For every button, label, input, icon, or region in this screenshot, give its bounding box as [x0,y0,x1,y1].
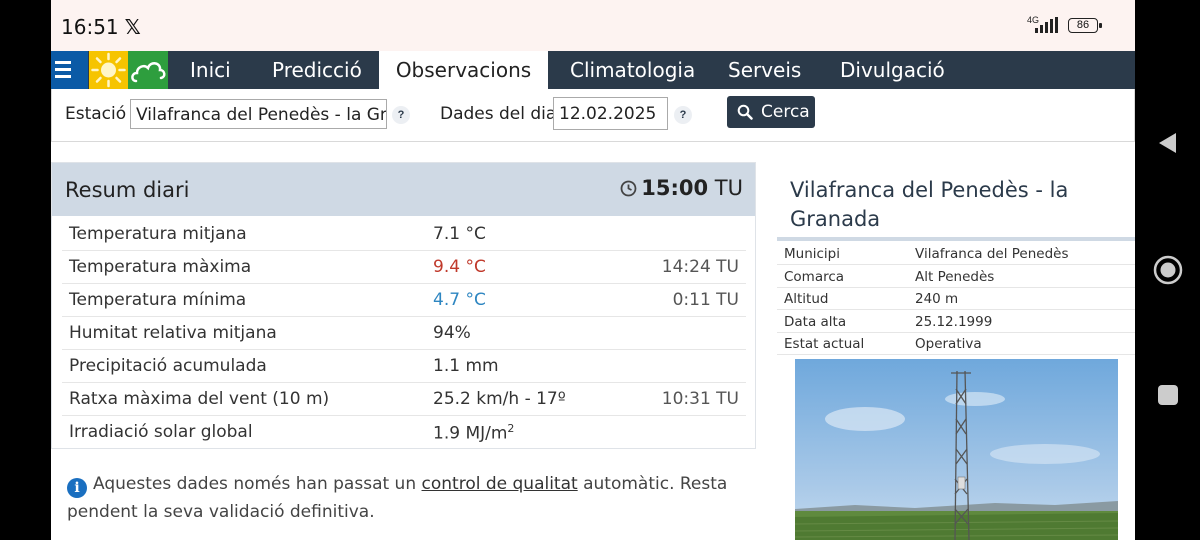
recents-icon[interactable] [1157,384,1179,406]
row-label: Temperatura mitjana [69,224,247,244]
nav-item-climatologia[interactable]: Climatologia [570,51,695,89]
status-bar: 16:51 𝕏 4G 86 [51,0,1135,51]
x-logo-icon: 𝕏 [124,15,141,39]
daily-summary-panel: Resum diari 15:00 TU Temperatura mitjana… [51,162,756,449]
main-nav: Inici Predicció Observacions Climatologi… [51,51,1135,89]
info-key: Altitud [784,291,829,307]
info-row: Altitud 240 m [777,287,1135,310]
row-value: 94% [433,323,471,343]
info-row: Estat actual Operativa [777,332,1135,355]
clock-icon [620,180,637,197]
row-time: 0:11 TU [672,290,739,310]
nav-item-serveis[interactable]: Serveis [728,51,801,89]
android-nav-bar [1135,0,1200,540]
info-row: Comarca Alt Penedès [777,265,1135,288]
date-help-icon[interactable]: ? [674,106,692,124]
row-label: Ratxa màxima del vent (10 m) [69,389,330,409]
row-value: 25.2 km/h - 17º [433,389,566,409]
info-value: Operativa [915,336,982,352]
home-icon[interactable] [1153,255,1183,285]
search-bar: Estació Vilafranca del Penedès - la Gra … [51,89,1135,142]
summary-header: Resum diari 15:00 TU [52,163,755,216]
row-value-sup: 2 [507,422,515,435]
table-row: Ratxa màxima del vent (10 m) 25.2 km/h - … [62,382,746,416]
clock: 16:51 𝕏 [61,15,141,39]
clock-time: 16:51 [61,15,119,39]
row-label: Temperatura mínima [69,290,247,310]
summary-time: 15:00 TU [620,176,743,200]
table-row: Irradiació solar global 1.9 MJ/m2 [62,415,746,448]
row-label: Irradiació solar global [69,422,253,442]
summary-time-value: 15:00 [641,176,709,200]
info-value: Alt Penedès [915,268,995,285]
nav-item-inici[interactable]: Inici [190,51,231,89]
row-time: 10:31 TU [661,389,739,409]
nav-item-prediccio[interactable]: Predicció [272,51,362,89]
notice-text-before: Aquestes dades només han passat un [93,474,422,494]
table-row: Humitat relativa mitjana 94% [62,316,746,350]
table-row: Precipitació acumulada 1.1 mm [62,349,746,383]
station-input[interactable]: Vilafranca del Penedès - la Gra [130,99,387,129]
summary-title: Resum diari [65,178,190,202]
search-button[interactable]: Cerca [727,96,815,128]
nav-item-observacions[interactable]: Observacions [379,51,548,89]
station-photo [795,359,1118,540]
app-screen: 16:51 𝕏 4G 86 Inici Predicció Observacio… [51,0,1135,540]
signal-icon [1035,17,1059,33]
info-value: 240 m [915,291,959,307]
row-label: Temperatura màxima [69,257,252,277]
sun-icon[interactable] [89,51,128,89]
info-key: Data alta [784,313,847,330]
station-info-panel: Vilafranca del Penedès - la Granada Muni… [777,162,1135,540]
row-value: 4.7 °C [433,290,486,310]
row-label: Precipitació acumulada [69,356,267,376]
row-value: 9.4 °C [433,257,486,277]
summary-time-unit: TU [714,176,743,200]
info-key: Municipi [784,246,841,262]
row-time: 14:24 TU [661,257,739,277]
row-value: 7.1 °C [433,224,486,244]
search-icon [737,104,753,120]
back-icon[interactable] [1156,131,1178,155]
table-row: Temperatura mínima 4.7 °C 0:11 TU [62,283,746,317]
row-value: 1.1 mm [433,356,499,376]
info-icon: i [67,478,87,498]
row-value-text: 1.9 MJ/m [433,423,508,444]
station-label: Estació [65,104,127,124]
battery-icon: 86 [1068,18,1102,33]
row-value: 1.9 MJ/m2 [433,422,514,444]
station-title: Vilafranca del Penedès - la Granada [790,178,1069,231]
menu-icon[interactable] [51,51,88,89]
station-help-icon[interactable]: ? [392,106,410,124]
info-value: 25.12.1999 [915,313,993,330]
info-value: Vilafranca del Penedès [915,246,1069,262]
table-row: Temperatura màxima 9.4 °C 14:24 TU [62,250,746,284]
date-label: Dades del dia [440,104,557,124]
info-row: Data alta 25.12.1999 [777,310,1135,333]
info-key: Estat actual [784,336,865,352]
cloud-icon[interactable] [128,51,168,89]
date-input[interactable]: 12.02.2025 [553,97,668,130]
nav-item-divulgacio[interactable]: Divulgació [840,51,945,89]
quality-notice: i Aquestes dades només han passat un cont… [67,470,747,526]
search-button-label: Cerca [761,102,810,122]
divider [777,237,1135,241]
quality-control-link[interactable]: control de qualitat [422,474,578,494]
row-label: Humitat relativa mitjana [69,323,277,343]
info-key: Comarca [784,268,845,285]
info-row: Municipi Vilafranca del Penedès [777,242,1135,265]
table-row: Temperatura mitjana 7.1 °C [62,217,746,251]
